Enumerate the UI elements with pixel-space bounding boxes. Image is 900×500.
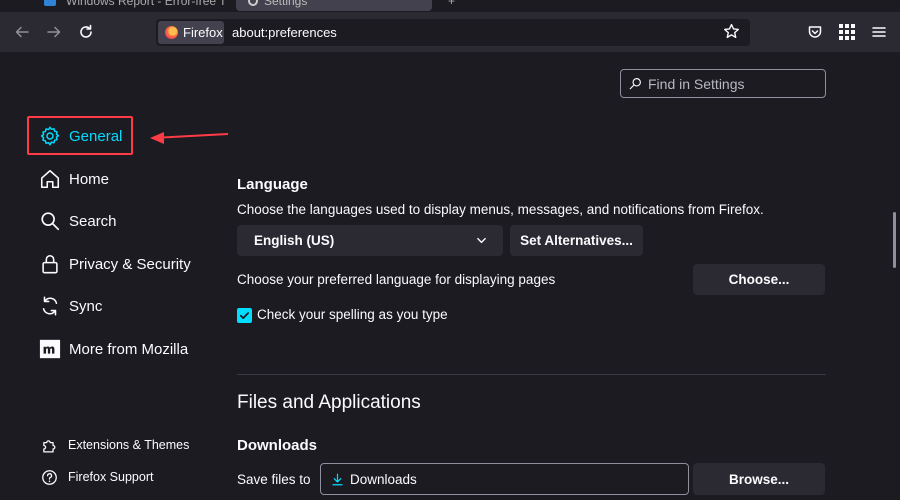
files-applications-heading: Files and Applications bbox=[237, 392, 421, 413]
identity-label: Firefox bbox=[183, 25, 223, 40]
menu-button[interactable] bbox=[867, 20, 891, 44]
scrollbar-thumb[interactable] bbox=[893, 212, 896, 268]
sidebar-item-sync[interactable]: Sync bbox=[38, 292, 102, 320]
choose-language-button[interactable]: Choose... bbox=[693, 264, 825, 295]
sidebar-item-label: More from Mozilla bbox=[69, 340, 189, 358]
new-tab-button[interactable]: + bbox=[448, 0, 455, 8]
sync-icon bbox=[38, 294, 62, 318]
pages-language-description: Choose your preferred language for displ… bbox=[237, 272, 556, 287]
sidebar-item-label: Search bbox=[69, 212, 117, 230]
star-icon bbox=[724, 23, 739, 39]
tab-windows-report[interactable]: Windows Report - Error-free Tech Life bbox=[34, 0, 224, 12]
sidebar-footer-label: Extensions & Themes bbox=[68, 438, 190, 452]
windows-report-favicon-icon bbox=[44, 0, 56, 6]
set-alternatives-button[interactable]: Set Alternatives... bbox=[510, 225, 643, 256]
nav-bar: Firefox about:preferences bbox=[0, 12, 900, 52]
sidebar-item-label: Privacy & Security bbox=[69, 255, 191, 273]
tab-settings[interactable]: Settings bbox=[236, 0, 432, 11]
identity-box[interactable]: Firefox bbox=[158, 21, 224, 44]
arrow-right-icon bbox=[47, 26, 61, 38]
sidebar-extensions-themes[interactable]: Extensions & Themes bbox=[40, 434, 189, 456]
tab-title: Windows Report - Error-free Tech Life bbox=[66, 0, 224, 8]
pocket-button[interactable] bbox=[803, 20, 827, 44]
language-heading: Language bbox=[237, 176, 308, 193]
sidebar-item-label: General bbox=[69, 127, 123, 145]
settings-favicon-icon bbox=[248, 0, 258, 6]
language-select[interactable]: English (US) bbox=[237, 225, 503, 256]
extensions-grid-button[interactable] bbox=[835, 20, 859, 44]
spell-check-checkbox[interactable] bbox=[237, 308, 252, 323]
sidebar-item-label: Home bbox=[69, 170, 110, 188]
save-files-label: Save files to bbox=[237, 472, 311, 487]
gear-icon bbox=[38, 124, 62, 148]
sidebar-item-home[interactable]: Home bbox=[38, 165, 109, 193]
arrow-left-icon bbox=[15, 26, 29, 38]
url-bar[interactable]: Firefox about:preferences bbox=[156, 19, 750, 46]
find-in-settings-input[interactable] bbox=[648, 75, 818, 92]
find-in-settings-box[interactable] bbox=[620, 69, 826, 98]
grid-icon bbox=[839, 24, 855, 40]
search-icon bbox=[629, 78, 641, 90]
language-description: Choose the languages used to display men… bbox=[237, 202, 764, 217]
search-icon bbox=[38, 209, 62, 233]
language-select-value: English (US) bbox=[254, 233, 335, 248]
hamburger-menu-icon bbox=[872, 27, 886, 37]
downloads-folder-value: Downloads bbox=[350, 471, 417, 487]
pocket-icon bbox=[808, 26, 822, 38]
sidebar-firefox-support[interactable]: Firefox Support bbox=[40, 466, 153, 488]
reload-button[interactable] bbox=[74, 20, 98, 44]
mozilla-icon bbox=[38, 337, 62, 361]
home-icon bbox=[38, 167, 62, 191]
tab-strip: Windows Report - Error-free Tech Life Se… bbox=[0, 0, 900, 12]
sidebar-item-more-from-mozilla[interactable]: More from Mozilla bbox=[38, 335, 188, 363]
pointer-arrow-icon bbox=[150, 132, 229, 144]
downloads-folder-field[interactable]: Downloads bbox=[320, 463, 689, 495]
downloads-heading: Downloads bbox=[237, 437, 318, 454]
checkmark-icon bbox=[239, 312, 250, 320]
url-text[interactable]: about:preferences bbox=[232, 25, 337, 40]
chevron-down-icon bbox=[477, 237, 486, 244]
puzzle-icon bbox=[40, 436, 58, 454]
sidebar-item-privacy[interactable]: Privacy & Security bbox=[38, 250, 191, 278]
forward-button[interactable] bbox=[42, 20, 66, 44]
sidebar-item-general[interactable]: General bbox=[38, 122, 122, 150]
section-divider bbox=[237, 374, 826, 375]
spell-check-label[interactable]: Check your spelling as you type bbox=[257, 307, 448, 322]
sidebar-item-search[interactable]: Search bbox=[38, 207, 117, 235]
download-icon bbox=[332, 473, 343, 485]
bookmark-star-button[interactable] bbox=[723, 23, 740, 45]
sidebar-footer-label: Firefox Support bbox=[68, 470, 154, 484]
firefox-logo-icon bbox=[165, 26, 178, 39]
reload-icon bbox=[80, 24, 92, 38]
back-button[interactable] bbox=[10, 20, 34, 44]
browse-button[interactable]: Browse... bbox=[693, 463, 825, 495]
sidebar-item-label: Sync bbox=[69, 297, 103, 315]
lock-icon bbox=[38, 252, 62, 276]
tab-title: Settings bbox=[264, 0, 308, 8]
help-icon bbox=[40, 468, 58, 486]
